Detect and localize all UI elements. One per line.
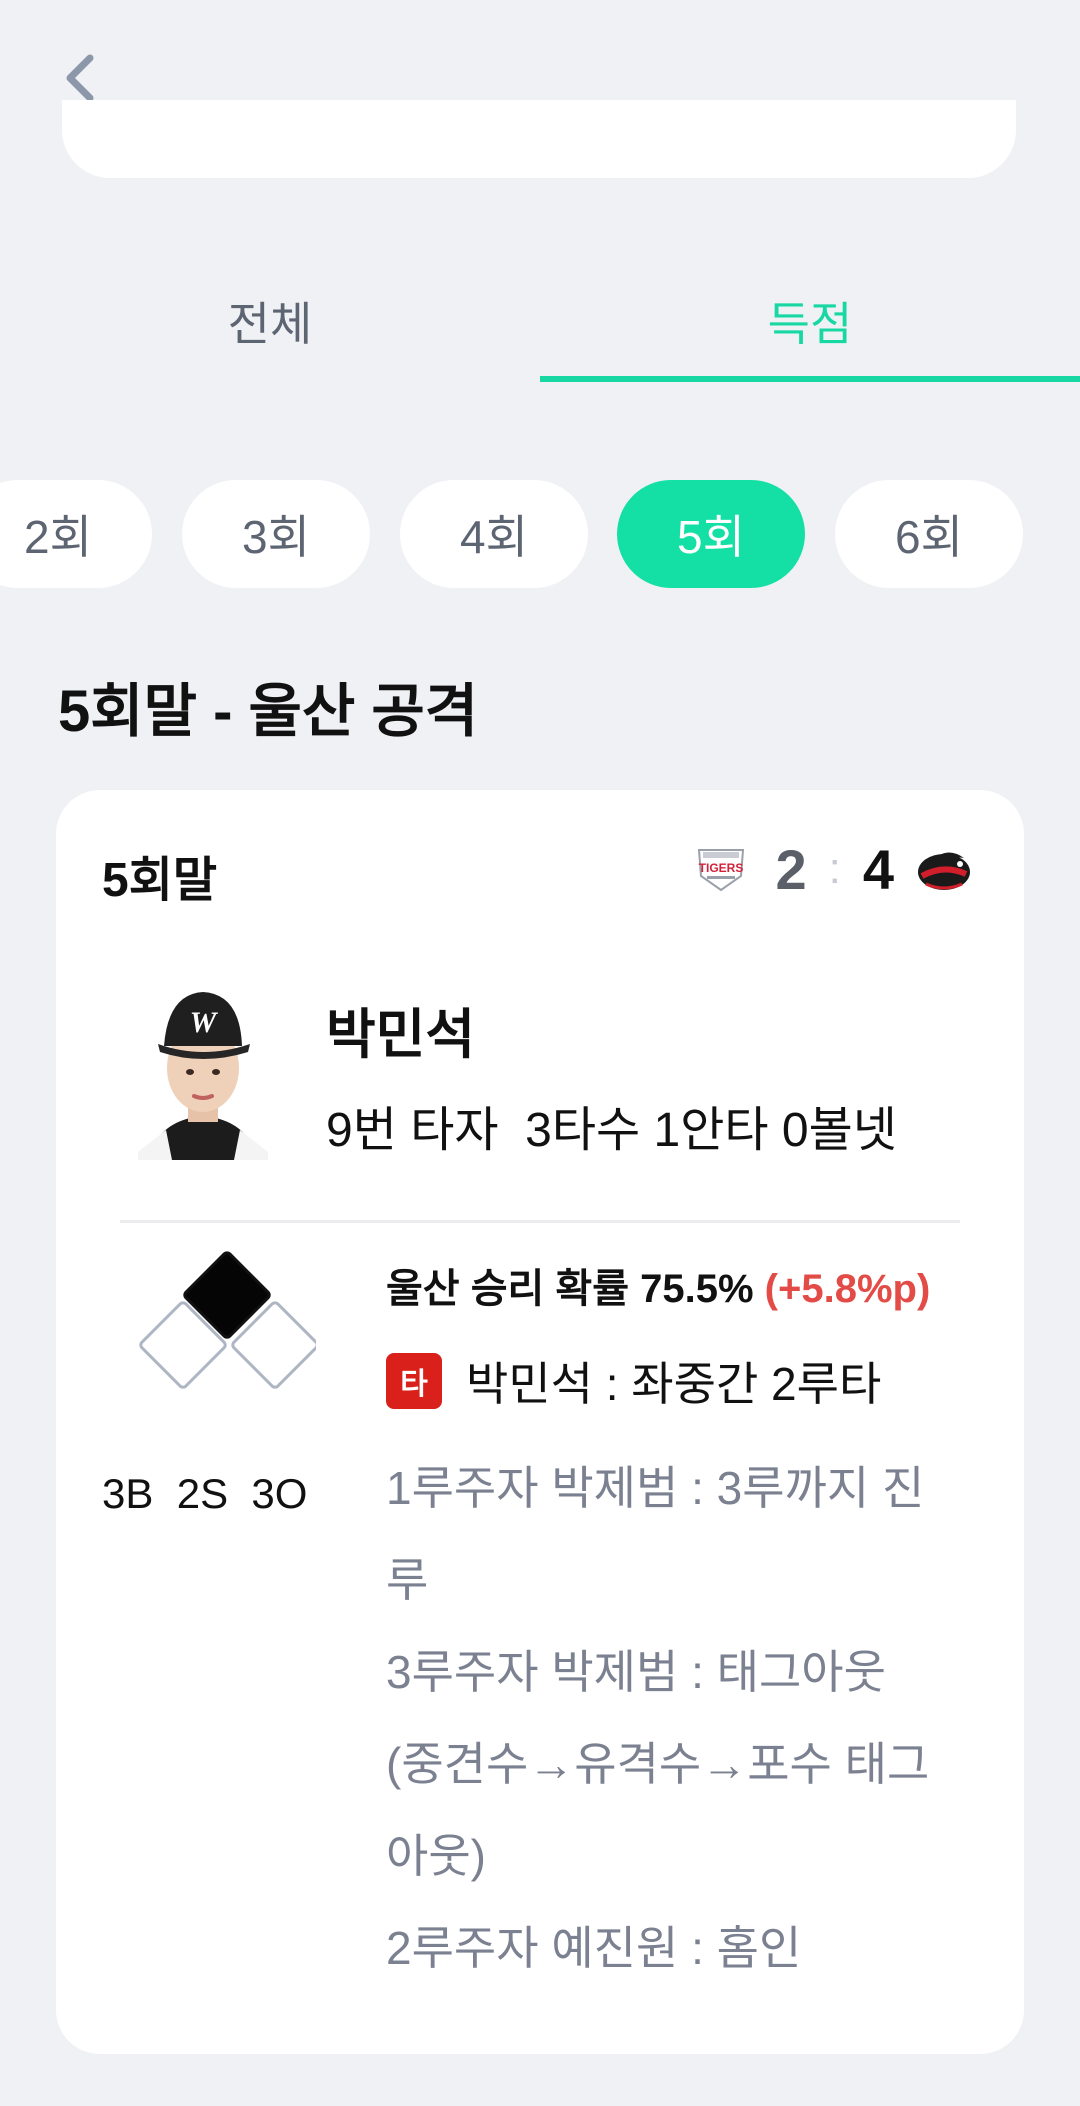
win-probability: 울산 승리 확률 75.5% (+5.8%p) bbox=[386, 1260, 1006, 1318]
runner-event-line: 아웃) bbox=[386, 1830, 486, 1882]
card-divider bbox=[120, 1220, 960, 1223]
scoreboard: TIGERS 2 : 4 bbox=[693, 834, 974, 904]
tab-all[interactable]: 전체 bbox=[0, 250, 540, 380]
player-name: 박민석 bbox=[326, 1005, 476, 1065]
runner-event-line: 3루주자 박제범 : 태그아웃 bbox=[386, 1646, 886, 1698]
inning-pill-2[interactable]: 2회 bbox=[0, 480, 152, 588]
win-probability-delta: (+5.8%p) bbox=[764, 1267, 931, 1311]
home-team-logo-text: TIGERS bbox=[699, 861, 744, 875]
ball-strike-out-count: 3B 2S 3O bbox=[102, 1470, 308, 1517]
player-stats: 9번 타자 3타수 1안타 0볼넷 bbox=[326, 1104, 897, 1157]
runner-event-line: 루 bbox=[386, 1554, 429, 1606]
runner-event-line: 2루주자 예진원 : 홈인 bbox=[386, 1922, 802, 1974]
chevron-left-icon bbox=[66, 54, 94, 102]
hit-event: 타 박민석 : 좌중간 2루타 bbox=[386, 1348, 1006, 1414]
runner-event-line: 1루주자 박제범 : 3루까지 진 bbox=[386, 1462, 925, 1514]
summary-card-edge bbox=[62, 100, 1016, 178]
inning-selector[interactable]: 2회 3회 4회 5회 6회 bbox=[0, 480, 1080, 590]
inning-pill-5[interactable]: 5회 bbox=[617, 480, 805, 588]
inning-pill-6[interactable]: 6회 bbox=[835, 480, 1023, 588]
away-team-logo bbox=[918, 852, 970, 890]
scoring-play-card: 5회말 TIGERS 2 : 4 W 박민석 9번 타자 3타수 1안타 0볼넷… bbox=[56, 790, 1024, 2054]
inning-pill-3[interactable]: 3회 bbox=[182, 480, 370, 588]
inning-pill-4[interactable]: 4회 bbox=[400, 480, 588, 588]
card-inning-label: 5회말 bbox=[102, 854, 218, 907]
svg-text:W: W bbox=[190, 1006, 219, 1039]
active-tab-indicator bbox=[540, 376, 1080, 382]
away-score: 4 bbox=[862, 837, 894, 901]
tab-bar: 전체 득점 bbox=[0, 250, 1080, 384]
runner-event-line: (중견수→유격수→포수 태그 bbox=[386, 1738, 930, 1790]
home-team-logo: TIGERS bbox=[698, 849, 745, 892]
player-photo: W bbox=[138, 992, 268, 1160]
hit-description: 박민석 : 좌중간 2루타 bbox=[466, 1358, 882, 1410]
win-probability-text: 울산 승리 확률 75.5% bbox=[386, 1267, 765, 1311]
home-score: 2 bbox=[775, 837, 807, 901]
back-button[interactable] bbox=[50, 48, 110, 108]
tab-score[interactable]: 득점 bbox=[540, 250, 1080, 380]
hit-badge: 타 bbox=[386, 1353, 442, 1409]
score-separator: : bbox=[828, 844, 841, 893]
section-title: 5회말 - 울산 공격 bbox=[58, 679, 479, 744]
base-diamond-icon bbox=[139, 1251, 316, 1389]
play-events: 울산 승리 확률 75.5% (+5.8%p) 타 박민석 : 좌중간 2루타 … bbox=[386, 1260, 1006, 1994]
runner-events: 1루주자 박제범 : 3루까지 진 루 3루주자 박제범 : 태그아웃 (중견수… bbox=[386, 1442, 1006, 1994]
